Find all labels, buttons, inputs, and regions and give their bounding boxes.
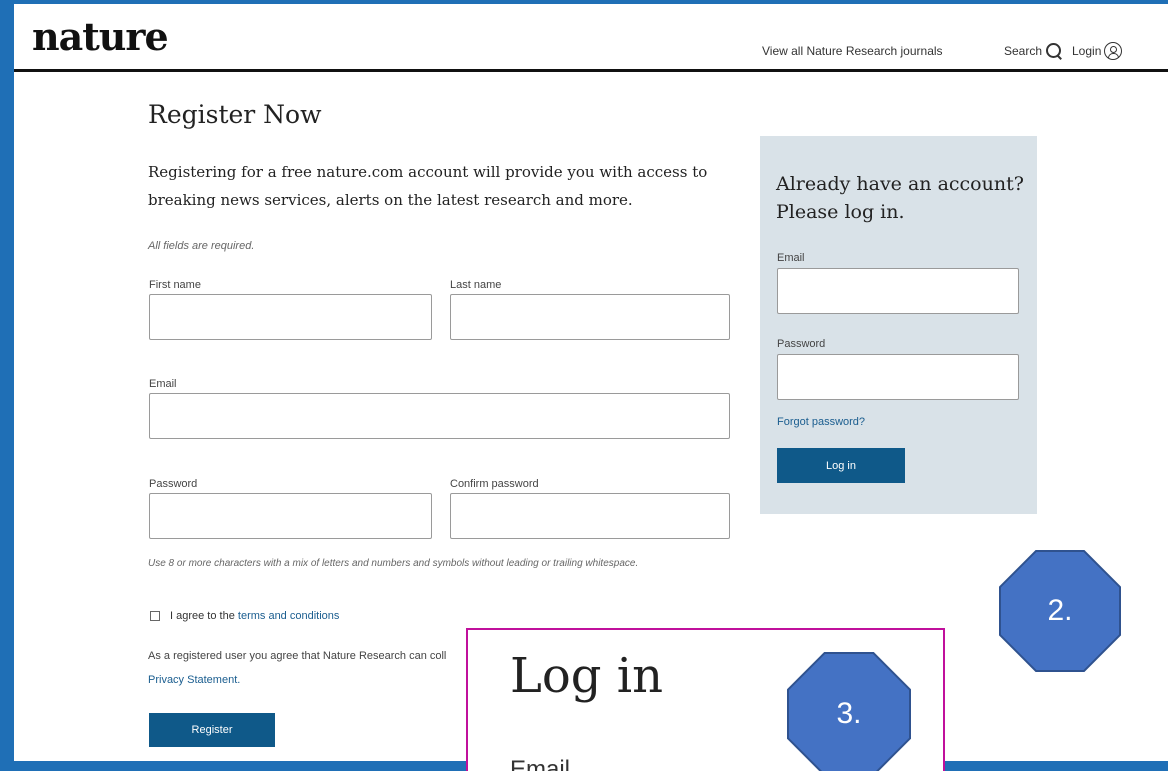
email-field[interactable] xyxy=(149,393,730,439)
register-intro: Registering for a free nature.com accoun… xyxy=(148,163,708,209)
login-panel: Already have an account? Please log in. … xyxy=(760,136,1037,514)
privacy-statement-link[interactable]: Privacy Statement. xyxy=(148,668,468,692)
login-panel-title: Already have an account? Please log in. xyxy=(776,173,1024,223)
password-field[interactable] xyxy=(149,493,432,539)
login-email-label: Email xyxy=(777,252,805,264)
terms-link[interactable]: terms and conditions xyxy=(238,610,340,622)
terms-checkbox[interactable] xyxy=(150,611,160,621)
nature-logo[interactable]: nature xyxy=(32,14,169,59)
view-journals-link[interactable]: View all Nature Research journals xyxy=(762,44,943,58)
registration-notice: As a registered user you agree that Natu… xyxy=(148,644,468,692)
last-name-label: Last name xyxy=(450,279,502,291)
register-title: Register Now xyxy=(148,100,322,129)
search-label: Search xyxy=(1004,44,1043,58)
password-label: Password xyxy=(149,478,198,490)
user-icon xyxy=(1104,42,1123,60)
first-name-field[interactable] xyxy=(149,294,432,340)
login-password-label: Password xyxy=(777,338,826,350)
login-label: Login xyxy=(1072,44,1102,58)
zoom-email-label: Email xyxy=(510,756,571,771)
zoom-login-title: Log in xyxy=(510,648,664,704)
forgot-password-link[interactable]: Forgot password? xyxy=(777,416,865,428)
site-header: nature View all Nature Research journals… xyxy=(14,4,1168,72)
first-name-label: First name xyxy=(149,279,201,291)
search-button[interactable]: Search xyxy=(1004,42,1063,60)
search-icon xyxy=(1045,42,1063,60)
confirm-password-label: Confirm password xyxy=(450,478,539,490)
required-note: All fields are required. xyxy=(148,240,255,252)
login-button[interactable]: Login xyxy=(1072,42,1123,60)
register-button[interactable]: Register xyxy=(149,713,275,747)
email-label: Email xyxy=(149,378,177,390)
password-hint: Use 8 or more characters with a mix of l… xyxy=(148,558,639,569)
confirm-password-field[interactable] xyxy=(450,493,730,539)
terms-agreement: I agree to the terms and conditions xyxy=(150,610,339,622)
agree-prefix: I agree to the xyxy=(170,610,235,622)
login-email-field[interactable] xyxy=(777,268,1019,314)
last-name-field[interactable] xyxy=(450,294,730,340)
frame-border-left xyxy=(0,0,14,771)
login-submit-button[interactable]: Log in xyxy=(777,448,905,483)
login-password-field[interactable] xyxy=(777,354,1019,400)
notice-text: As a registered user you agree that Natu… xyxy=(148,650,447,662)
